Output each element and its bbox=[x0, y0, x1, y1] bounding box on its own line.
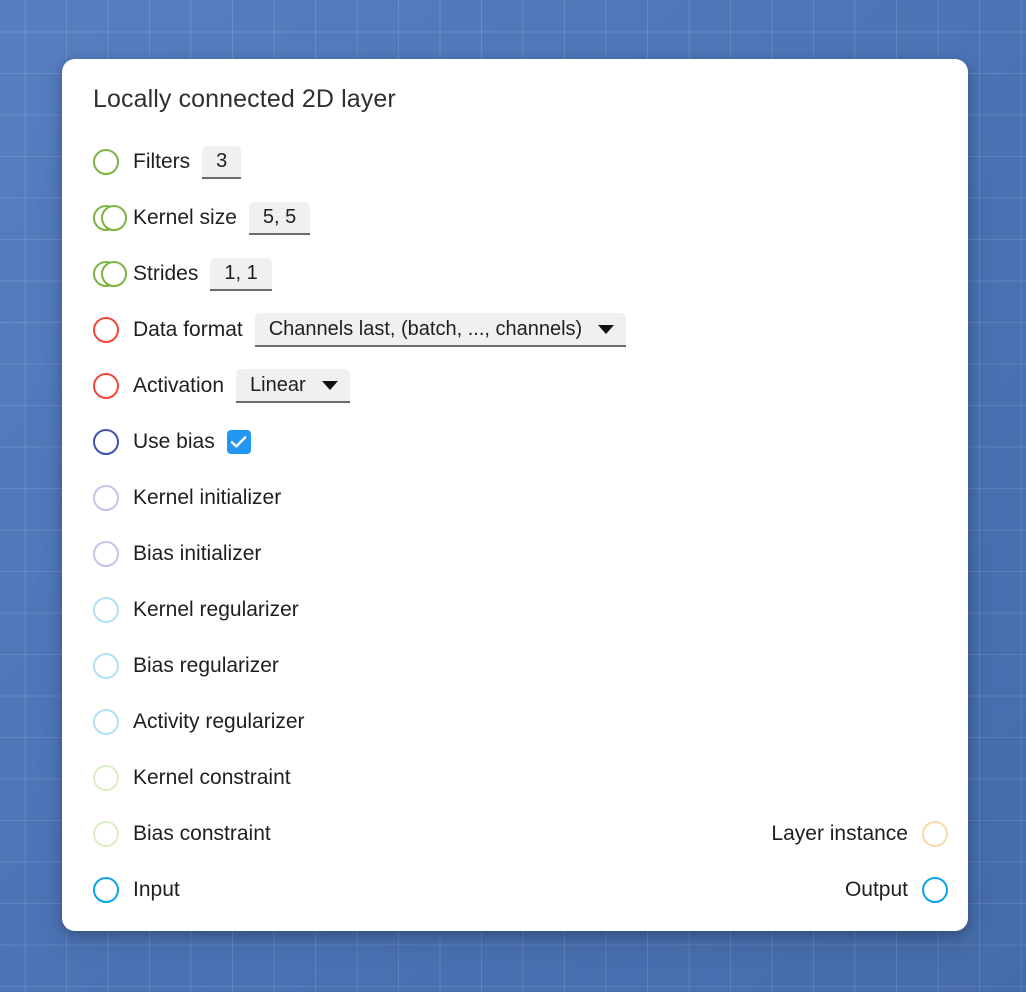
row-label-activity-regularizer: Activity regularizer bbox=[133, 710, 305, 733]
single-circle-icon[interactable] bbox=[93, 765, 119, 791]
row-label-kernel-size: Kernel size bbox=[133, 206, 237, 229]
right-label-input: Output bbox=[844, 878, 908, 901]
output-group-input: Output bbox=[845, 877, 948, 903]
property-row-bias-regularizer: Bias regularizer bbox=[93, 638, 948, 694]
dropdown-value-activation: Linear bbox=[250, 373, 306, 396]
property-row-bias-initializer: Bias initializer bbox=[93, 526, 948, 582]
property-row-data-format: Data format Channels last, (batch, ..., c… bbox=[93, 302, 948, 358]
double-circle-icon[interactable] bbox=[93, 261, 129, 287]
text-input-filters[interactable]: 3 bbox=[202, 145, 242, 179]
checkbox-use-bias[interactable] bbox=[226, 430, 251, 454]
single-circle-icon[interactable] bbox=[93, 149, 119, 175]
single-circle-icon[interactable] bbox=[93, 373, 119, 399]
layer-properties-card: Locally connected 2D layer Filters 3 Kerne… bbox=[62, 59, 968, 931]
property-rows: Filters 3 Kernel size 5, 5 Strides 1, 1 Data f… bbox=[93, 134, 948, 918]
property-row-use-bias: Use bias bbox=[93, 414, 948, 470]
single-circle-icon[interactable] bbox=[93, 877, 119, 903]
row-label-use-bias: Use bias bbox=[133, 430, 215, 453]
single-circle-icon[interactable] bbox=[93, 597, 119, 623]
property-row-kernel-regularizer: Kernel regularizer bbox=[93, 582, 948, 638]
double-circle-icon[interactable] bbox=[93, 205, 129, 231]
single-circle-icon[interactable] bbox=[93, 653, 119, 679]
row-label-kernel-initializer: Kernel initializer bbox=[133, 486, 282, 509]
property-row-kernel-size: Kernel size 5, 5 bbox=[93, 190, 948, 246]
chevron-down-icon bbox=[321, 380, 338, 390]
output-group-bias-constraint: Layer instance bbox=[771, 821, 948, 847]
single-circle-icon[interactable] bbox=[93, 709, 119, 735]
row-label-filters: Filters bbox=[133, 150, 191, 173]
single-circle-icon[interactable] bbox=[93, 541, 119, 567]
dropdown-data-format[interactable]: Channels last, (batch, ..., channels) bbox=[254, 313, 627, 347]
row-label-kernel-regularizer: Kernel regularizer bbox=[133, 598, 299, 621]
single-circle-icon[interactable] bbox=[93, 429, 119, 455]
circle-front-icon bbox=[101, 261, 127, 287]
property-row-filters: Filters 3 bbox=[93, 134, 948, 190]
row-label-bias-initializer: Bias initializer bbox=[133, 542, 262, 565]
row-label-strides: Strides bbox=[133, 262, 199, 285]
property-row-strides: Strides 1, 1 bbox=[93, 246, 948, 302]
circle-front-icon bbox=[101, 205, 127, 231]
dropdown-activation[interactable]: Linear bbox=[236, 369, 350, 403]
property-row-activity-regularizer: Activity regularizer bbox=[93, 694, 948, 750]
single-circle-icon[interactable] bbox=[93, 485, 119, 511]
single-circle-icon[interactable] bbox=[922, 821, 948, 847]
property-row-kernel-constraint: Kernel constraint bbox=[93, 750, 948, 806]
property-row-input: Input Output bbox=[93, 862, 948, 918]
page-title: Locally connected 2D layer bbox=[93, 85, 396, 113]
row-label-bias-regularizer: Bias regularizer bbox=[133, 654, 279, 677]
text-input-kernel-size[interactable]: 5, 5 bbox=[248, 201, 311, 235]
single-circle-icon[interactable] bbox=[93, 821, 119, 847]
row-label-activation: Activation bbox=[133, 374, 225, 397]
property-row-kernel-initializer: Kernel initializer bbox=[93, 470, 948, 526]
text-input-strides[interactable]: 1, 1 bbox=[210, 257, 272, 291]
check-icon bbox=[230, 436, 247, 448]
single-circle-icon[interactable] bbox=[93, 317, 119, 343]
property-row-activation: Activation Linear bbox=[93, 358, 948, 414]
row-label-data-format: Data format bbox=[133, 318, 243, 341]
row-label-kernel-constraint: Kernel constraint bbox=[133, 766, 291, 789]
row-label-input: Input bbox=[133, 878, 180, 901]
property-row-bias-constraint: Bias constraint Layer instance bbox=[93, 806, 948, 862]
row-label-bias-constraint: Bias constraint bbox=[133, 822, 271, 845]
single-circle-icon[interactable] bbox=[922, 877, 948, 903]
chevron-down-icon bbox=[598, 324, 615, 334]
dropdown-value-data-format: Channels last, (batch, ..., channels) bbox=[268, 317, 583, 340]
right-label-bias-constraint: Layer instance bbox=[771, 822, 908, 845]
